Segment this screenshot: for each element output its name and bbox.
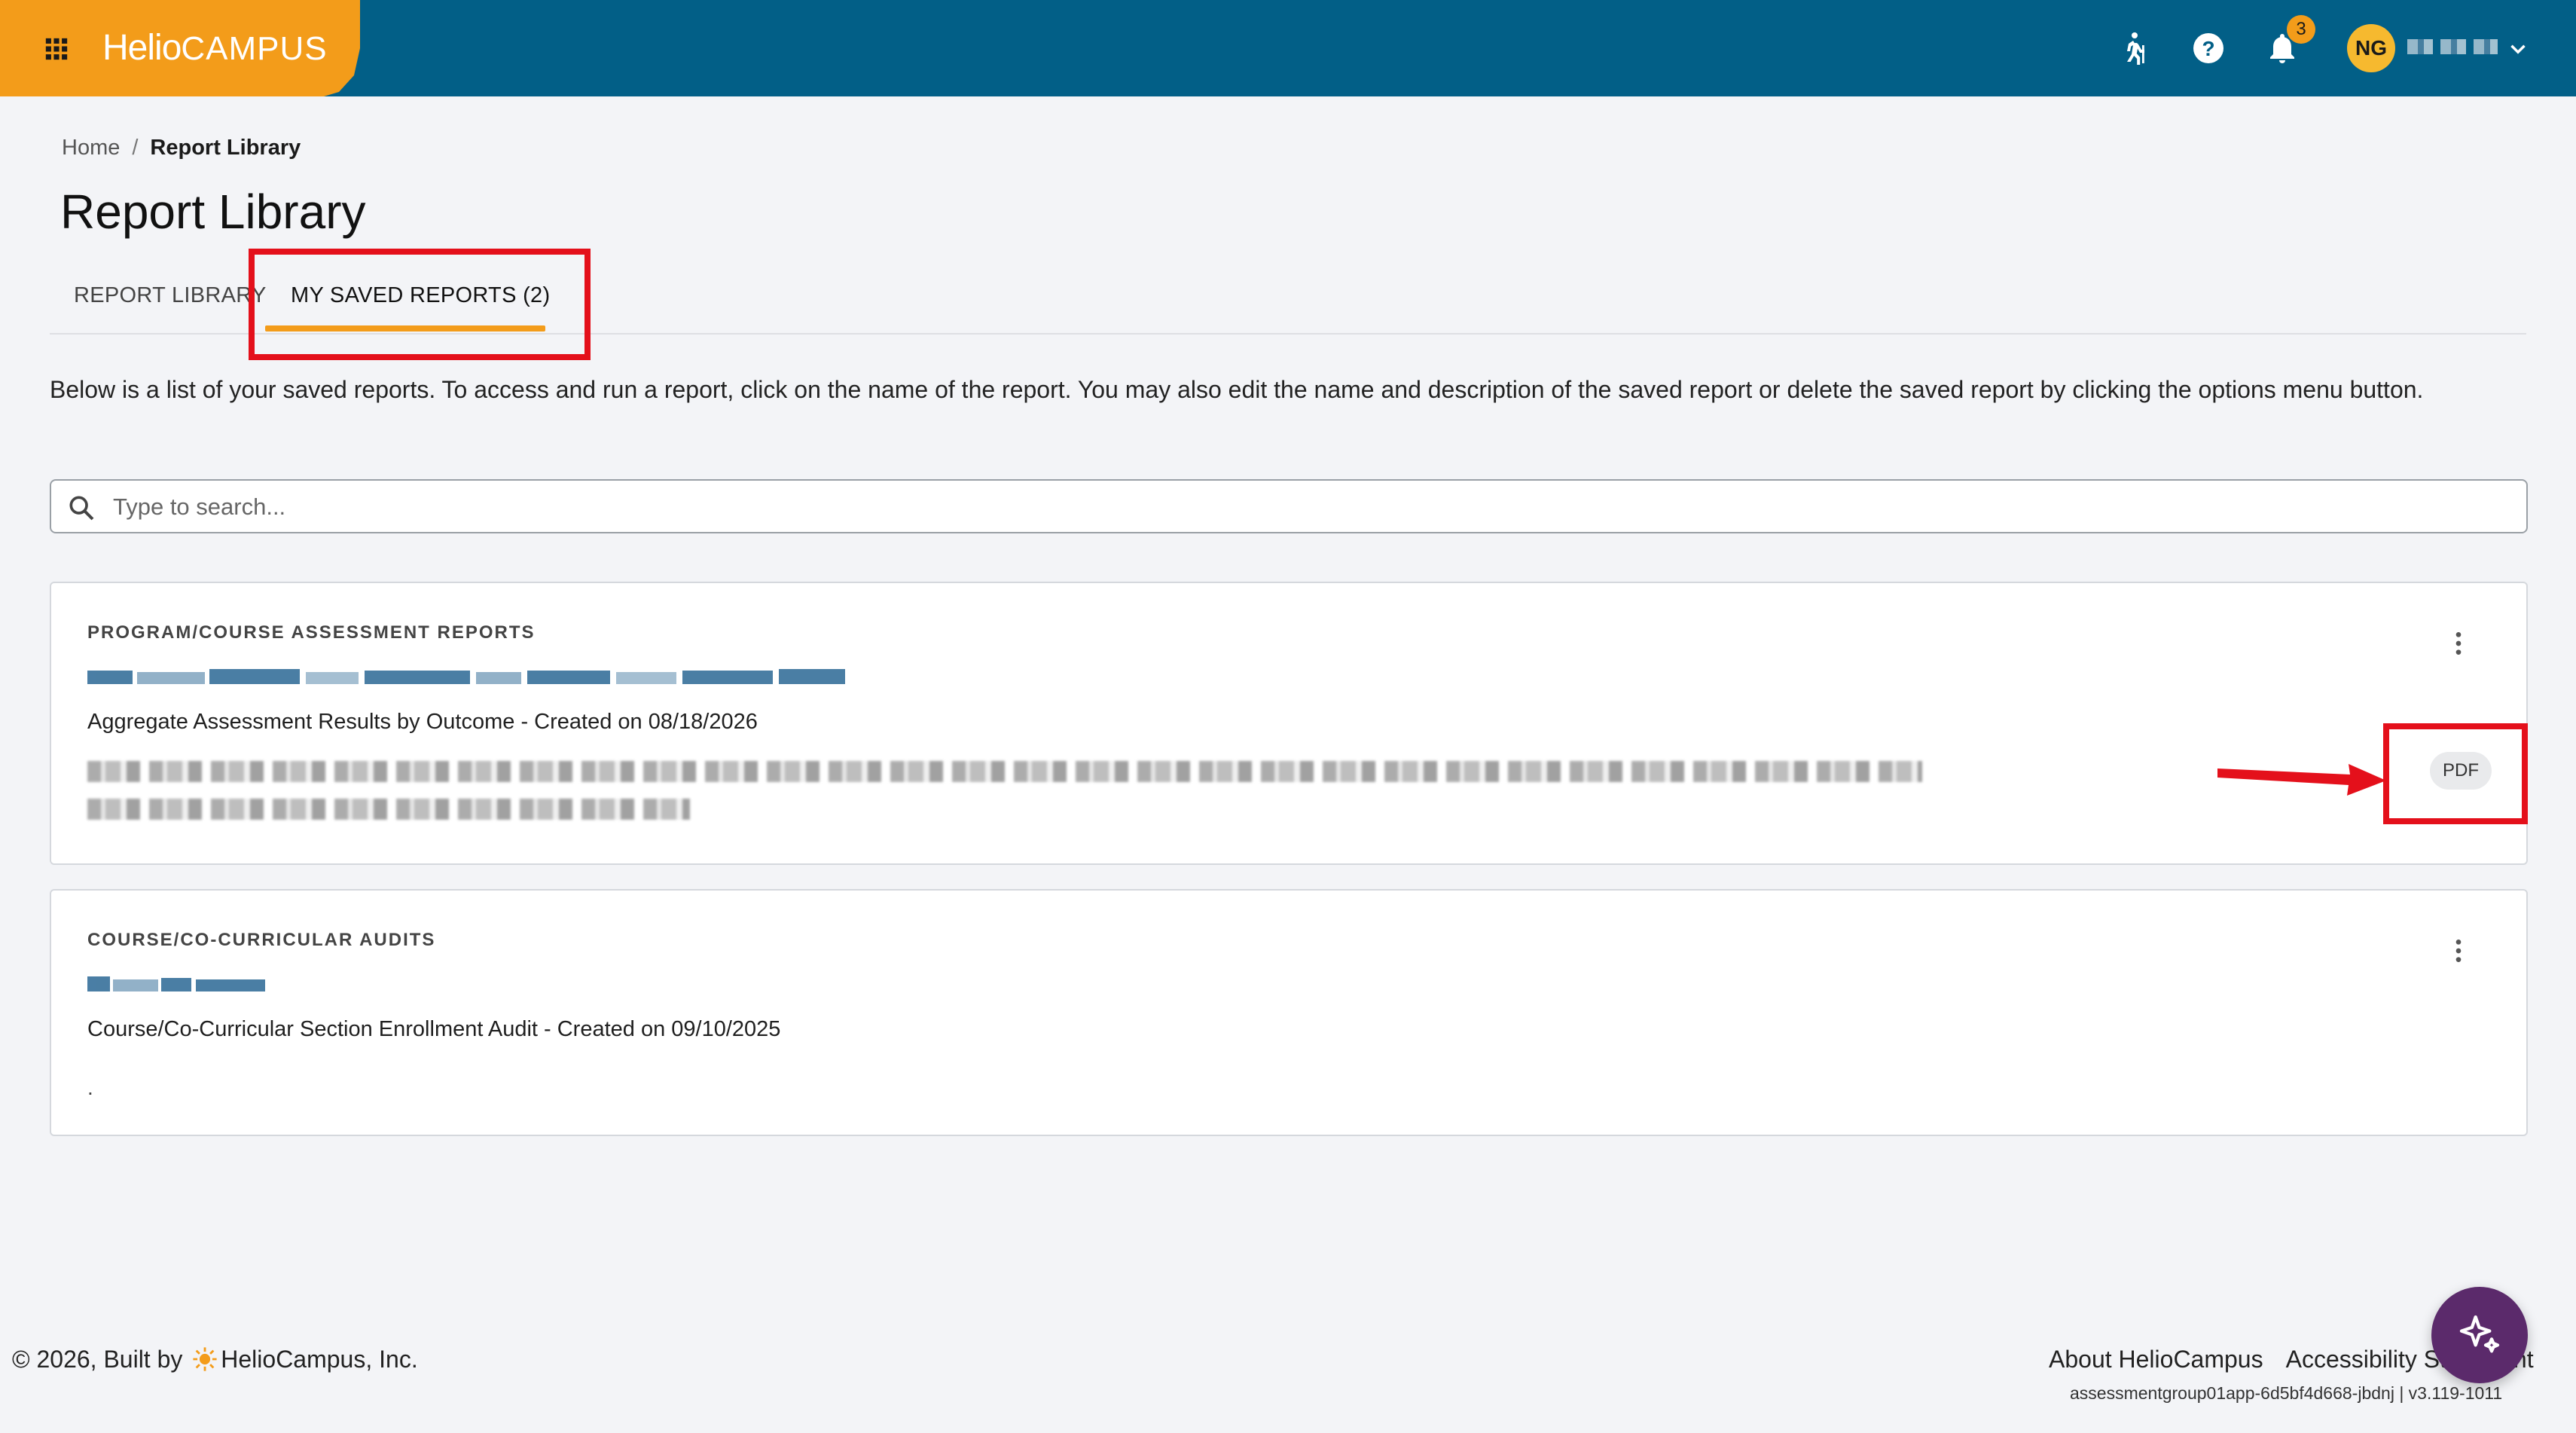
sun-logo-icon bbox=[193, 1347, 217, 1371]
search-box bbox=[50, 479, 2528, 533]
apps-grid-icon[interactable] bbox=[44, 36, 69, 62]
report-subtitle: Course/Co-Curricular Section Enrollment … bbox=[87, 1017, 781, 1041]
breadcrumb: Home / Report Library bbox=[62, 136, 301, 160]
saved-report-card: PROGRAM/COURSE ASSESSMENT REPORTS Aggreg… bbox=[50, 582, 2528, 865]
page-description: Below is a list of your saved reports. T… bbox=[50, 376, 2424, 403]
heliocampus-logo[interactable]: HelioCAMPUS bbox=[102, 26, 328, 71]
page-title: Report Library bbox=[60, 185, 366, 239]
help-icon[interactable]: ? bbox=[2190, 30, 2227, 66]
tab-report-library[interactable]: REPORT LIBRARY bbox=[74, 283, 267, 308]
report-description: . bbox=[87, 1076, 93, 1099]
notification-count-badge: 3 bbox=[2287, 15, 2315, 44]
highlight-box-tab bbox=[249, 249, 591, 360]
breadcrumb-home-link[interactable]: Home bbox=[62, 136, 120, 160]
footer-link-about[interactable]: About HelioCampus bbox=[2049, 1346, 2263, 1373]
report-name-link-redacted[interactable] bbox=[87, 666, 845, 689]
footer-company: HelioCampus, Inc. bbox=[221, 1346, 418, 1373]
top-header bbox=[0, 0, 2576, 96]
report-description-redacted-line2 bbox=[87, 799, 690, 820]
search-input[interactable] bbox=[113, 490, 2508, 524]
annotation-arrow-icon bbox=[2214, 746, 2389, 799]
report-category: COURSE/CO-CURRICULAR AUDITS bbox=[87, 930, 436, 950]
footer-version: assessmentgroup01app-6d5bf4d668-jbdnj | … bbox=[2070, 1383, 2503, 1403]
hiking-icon[interactable] bbox=[2115, 30, 2151, 66]
ai-assistant-button[interactable] bbox=[2431, 1287, 2528, 1383]
footer-copyright: © 2026, Built by HelioCampus, Inc. bbox=[12, 1346, 418, 1373]
sparkle-icon bbox=[2459, 1315, 2500, 1353]
svg-text:?: ? bbox=[2202, 37, 2214, 60]
report-subtitle: Aggregate Assessment Results by Outcome … bbox=[87, 710, 758, 734]
chevron-down-icon[interactable] bbox=[2505, 36, 2531, 62]
avatar[interactable]: NG bbox=[2347, 24, 2395, 72]
more-options-icon[interactable] bbox=[2443, 936, 2474, 966]
report-category: PROGRAM/COURSE ASSESSMENT REPORTS bbox=[87, 622, 536, 643]
saved-report-card: COURSE/CO-CURRICULAR AUDITS Course/Co-Cu… bbox=[50, 889, 2528, 1136]
breadcrumb-separator: / bbox=[132, 136, 139, 160]
search-icon bbox=[66, 493, 96, 523]
report-description-redacted bbox=[87, 761, 1922, 782]
breadcrumb-current: Report Library bbox=[150, 136, 301, 160]
report-name-link-redacted[interactable] bbox=[87, 973, 265, 996]
highlight-box-pdf bbox=[2383, 723, 2528, 824]
footer-copyright-prefix: © 2026, Built by bbox=[12, 1346, 183, 1373]
more-options-icon[interactable] bbox=[2443, 628, 2474, 658]
user-name-redacted[interactable] bbox=[2407, 39, 2498, 54]
